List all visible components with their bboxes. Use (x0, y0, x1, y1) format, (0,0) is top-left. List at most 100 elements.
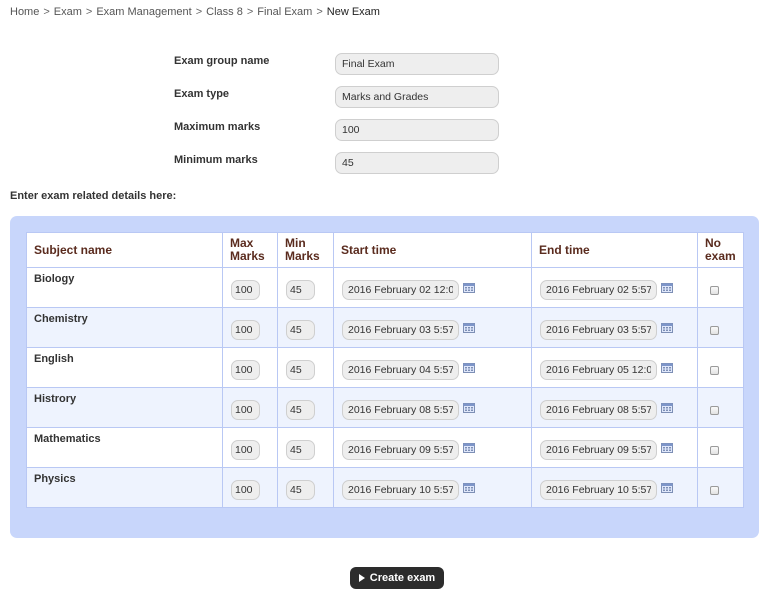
table-row: Biology (26, 267, 744, 308)
create-exam-label: Create exam (369, 572, 436, 584)
start-time-cell (333, 267, 532, 308)
breadcrumb-home[interactable]: Home (10, 6, 39, 18)
calendar-icon[interactable] (661, 442, 673, 453)
max-marks-input[interactable] (231, 280, 260, 300)
end-time-cell (531, 467, 698, 508)
play-icon (358, 574, 365, 582)
exam-type-input[interactable] (335, 86, 499, 108)
table-header-row: Subject name Max Marks Min Marks Start t… (26, 232, 744, 268)
start-time-input[interactable] (342, 280, 459, 300)
end-time-input[interactable] (540, 320, 657, 340)
breadcrumb-final-exam[interactable]: Final Exam (257, 6, 312, 18)
subject-name-header: Subject name (26, 232, 223, 268)
max-marks-cell (222, 267, 278, 308)
minimum-marks-input[interactable] (335, 152, 499, 174)
max-marks-cell (222, 427, 278, 468)
min-marks-input[interactable] (286, 280, 315, 300)
breadcrumb-exam-management[interactable]: Exam Management (96, 6, 191, 18)
no-exam-checkbox[interactable] (710, 325, 719, 335)
no-exam-cell (697, 467, 744, 508)
min-marks-cell (277, 347, 334, 388)
max-marks-input[interactable] (231, 320, 260, 340)
breadcrumb-separator: > (195, 6, 203, 18)
exam-group-name-input[interactable] (335, 53, 499, 75)
breadcrumb: Home > Exam > Exam Management > Class 8 > Final … (10, 6, 380, 18)
create-exam-button[interactable]: Create exam (350, 567, 444, 589)
end-time-input[interactable] (540, 480, 657, 500)
start-time-cell (333, 307, 532, 348)
start-time-input[interactable] (342, 480, 459, 500)
breadcrumb-separator: > (316, 6, 323, 18)
calendar-icon[interactable] (661, 482, 673, 493)
breadcrumb-separator: > (85, 6, 93, 18)
end-time-cell (531, 307, 698, 348)
end-time-input[interactable] (540, 280, 657, 300)
min-marks-cell (277, 267, 334, 308)
calendar-icon[interactable] (463, 282, 475, 293)
exam-details-panel: Subject name Max Marks Min Marks Start t… (10, 216, 759, 538)
calendar-icon[interactable] (661, 362, 673, 373)
breadcrumb-current: New Exam (326, 6, 380, 18)
calendar-icon[interactable] (463, 482, 475, 493)
maximum-marks-label: Maximum marks (174, 121, 261, 133)
subject-cell: Biology (26, 267, 223, 308)
breadcrumb-class[interactable]: Class 8 (206, 6, 243, 18)
start-time-cell (333, 387, 532, 428)
min-marks-input[interactable] (286, 480, 315, 500)
max-marks-cell (222, 467, 278, 508)
end-time-cell (531, 267, 698, 308)
min-marks-input[interactable] (286, 440, 315, 460)
subject-name: Chemistry (34, 313, 88, 325)
max-marks-cell (222, 307, 278, 348)
breadcrumb-exam[interactable]: Exam (54, 6, 82, 18)
start-time-header: Start time (333, 232, 532, 268)
no-exam-cell (697, 347, 744, 388)
min-marks-cell (277, 307, 334, 348)
calendar-icon[interactable] (661, 282, 673, 293)
max-marks-input[interactable] (231, 440, 260, 460)
end-time-input[interactable] (540, 400, 657, 420)
table-row: Physics (26, 467, 744, 508)
no-exam-checkbox[interactable] (710, 365, 719, 375)
no-exam-header: No exam (697, 232, 744, 268)
table-row: Mathematics (26, 427, 744, 468)
calendar-icon[interactable] (661, 402, 673, 413)
maximum-marks-input[interactable] (335, 119, 499, 141)
table-row: Chemistry (26, 307, 744, 348)
start-time-input[interactable] (342, 400, 459, 420)
subjects-table: Subject name Max Marks Min Marks Start t… (26, 232, 744, 508)
end-time-cell (531, 387, 698, 428)
subject-name: Biology (34, 273, 75, 285)
min-marks-input[interactable] (286, 360, 315, 380)
exam-type-label: Exam type (174, 88, 230, 100)
calendar-icon[interactable] (661, 322, 673, 333)
min-marks-input[interactable] (286, 320, 315, 340)
subject-cell: Physics (26, 467, 223, 508)
no-exam-checkbox[interactable] (710, 485, 719, 495)
calendar-icon[interactable] (463, 322, 475, 333)
subject-name: English (34, 353, 74, 365)
end-time-input[interactable] (540, 360, 657, 380)
max-marks-input[interactable] (231, 480, 260, 500)
breadcrumb-separator: > (43, 6, 50, 18)
end-time-input[interactable] (540, 440, 657, 460)
calendar-icon[interactable] (463, 362, 475, 373)
min-marks-cell (277, 387, 334, 428)
minimum-marks-label: Minimum marks (174, 154, 258, 166)
max-marks-cell (222, 347, 278, 388)
no-exam-checkbox[interactable] (710, 445, 719, 455)
max-marks-input[interactable] (231, 400, 260, 420)
start-time-input[interactable] (342, 440, 459, 460)
subject-name: Physics (34, 473, 76, 485)
start-time-cell (333, 347, 532, 388)
calendar-icon[interactable] (463, 402, 475, 413)
no-exam-cell (697, 387, 744, 428)
max-marks-input[interactable] (231, 360, 260, 380)
min-marks-cell (277, 467, 334, 508)
min-marks-input[interactable] (286, 400, 315, 420)
no-exam-checkbox[interactable] (710, 405, 719, 415)
calendar-icon[interactable] (463, 442, 475, 453)
no-exam-checkbox[interactable] (710, 285, 719, 295)
start-time-input[interactable] (342, 320, 459, 340)
start-time-input[interactable] (342, 360, 459, 380)
